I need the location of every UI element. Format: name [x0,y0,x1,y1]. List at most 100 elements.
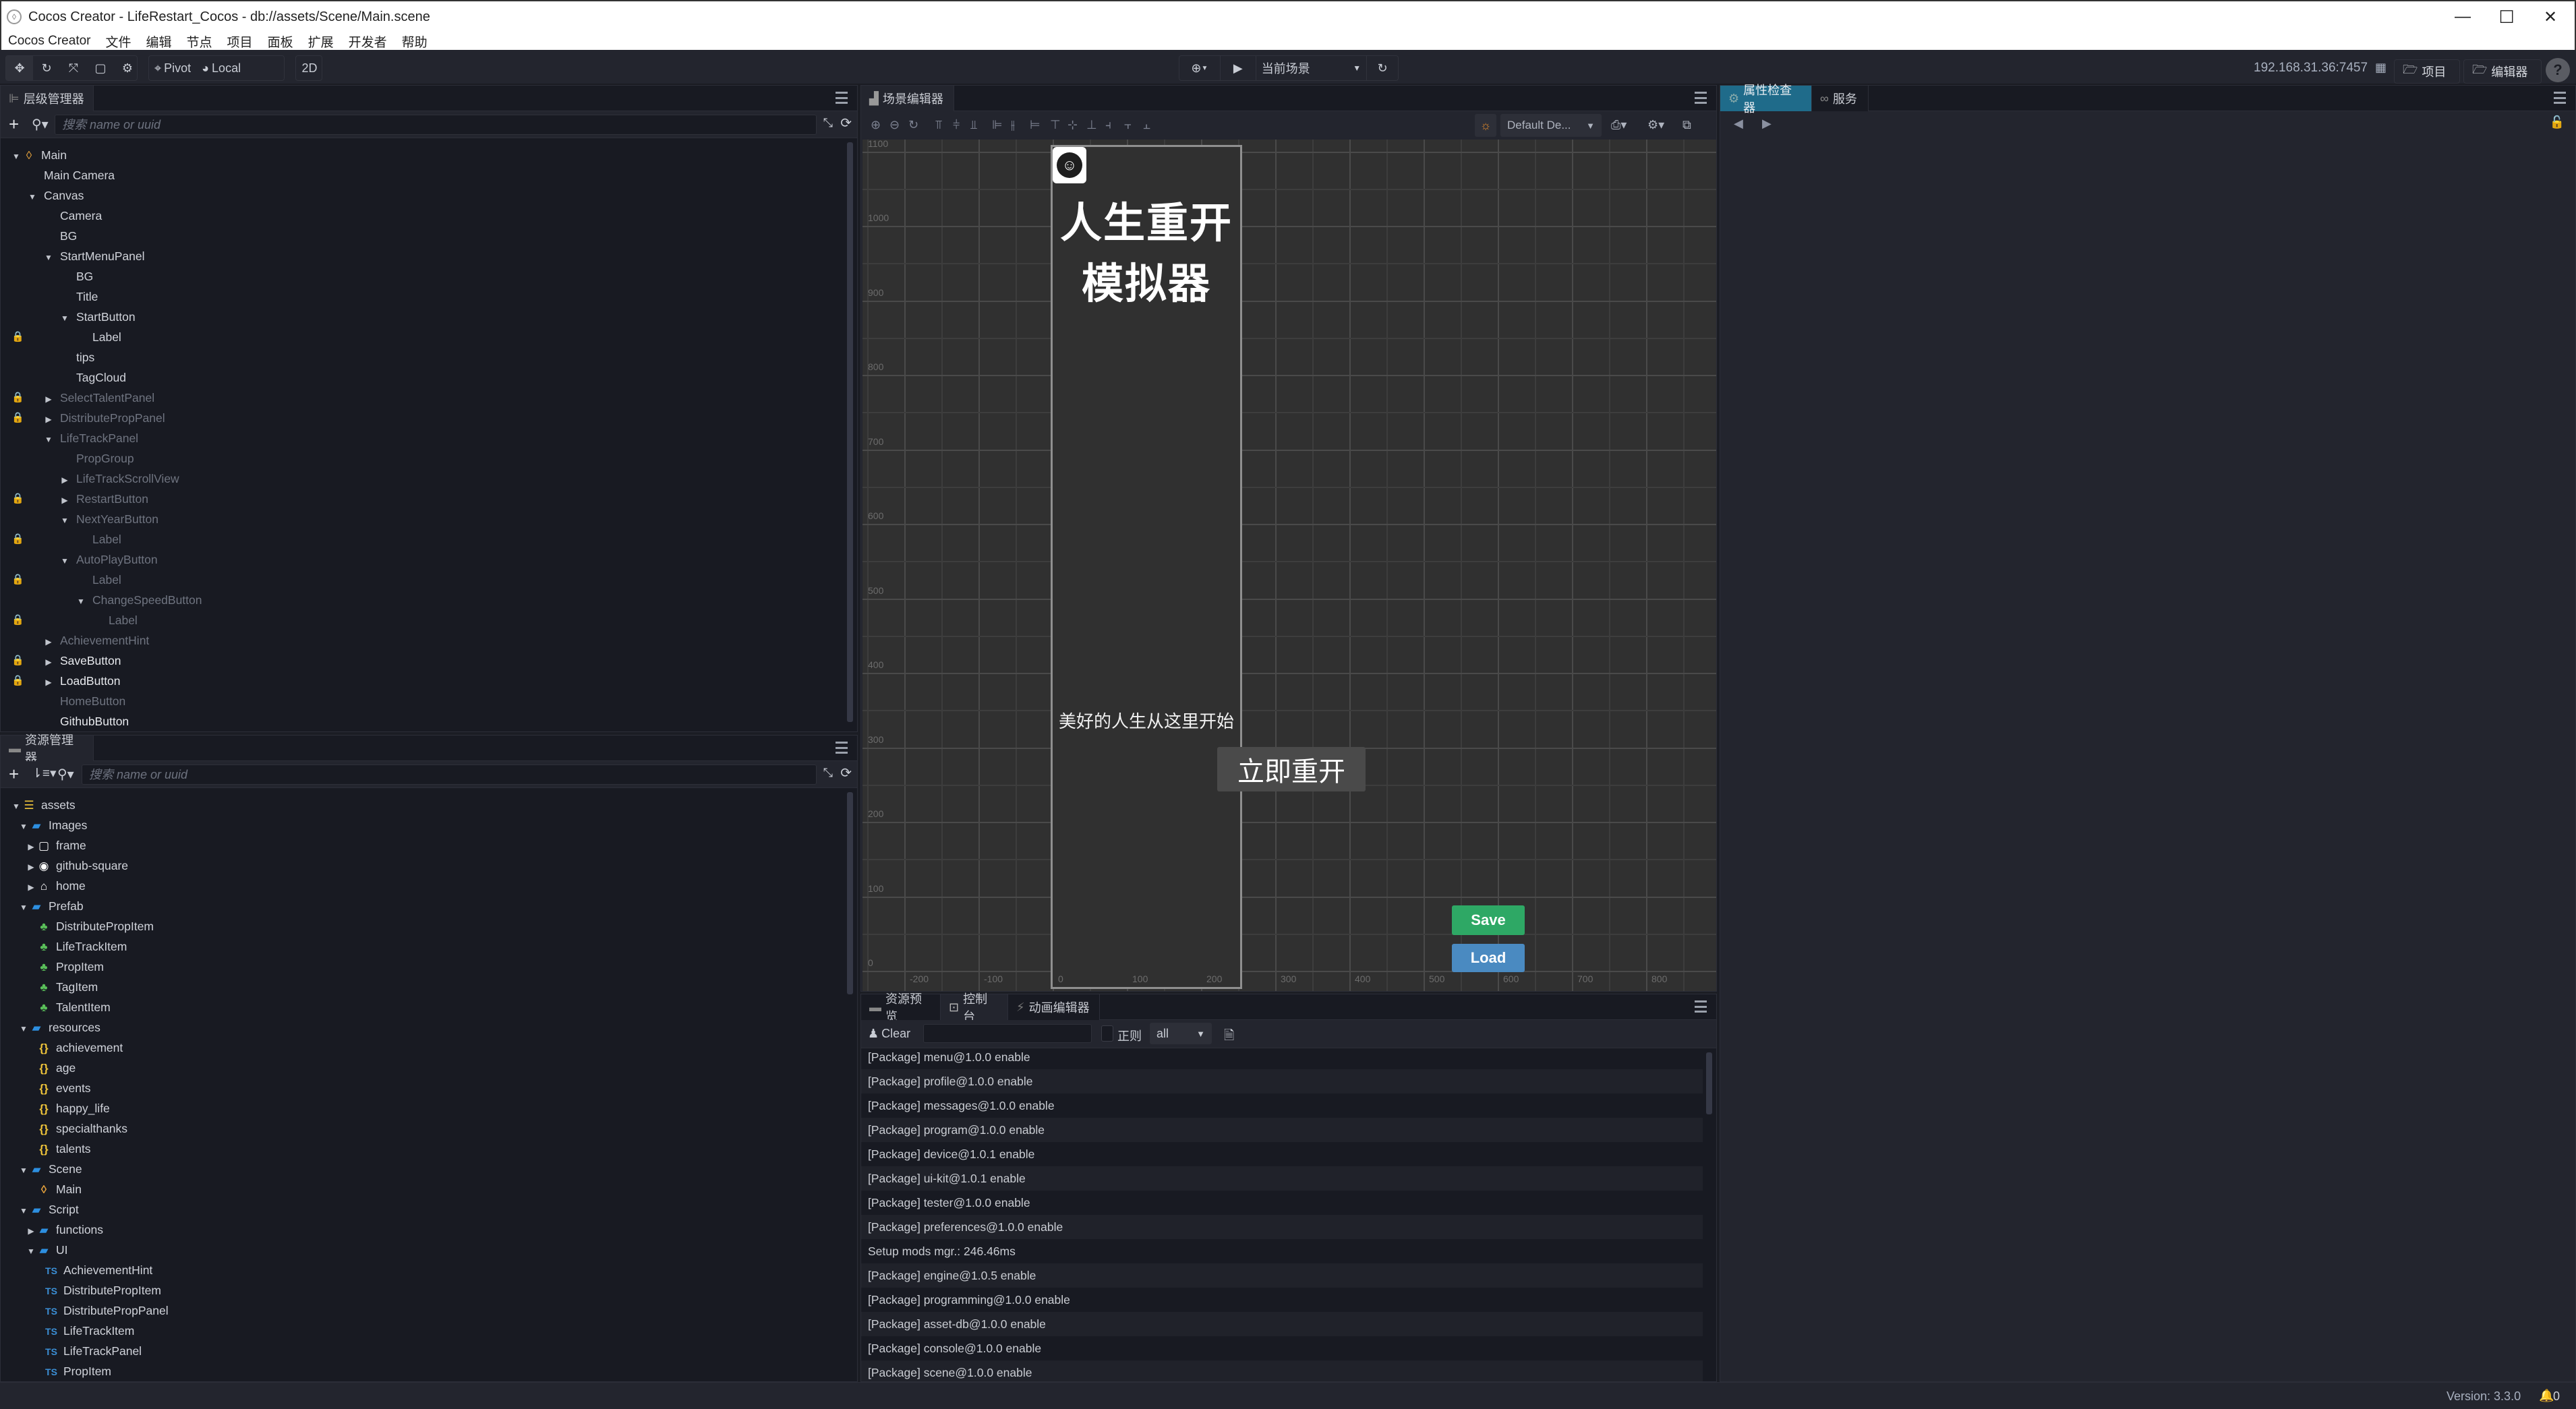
asset-item[interactable]: ▼ ☰ assets [11,795,76,815]
align-bottom-icon[interactable]: ⫫ [970,118,977,132]
open-log-file-icon[interactable]: 🗎 [1224,1026,1234,1048]
log-level-select[interactable]: all ▼ [1150,1023,1212,1044]
caret-right-icon[interactable]: ▶ [26,857,36,877]
menu-developer[interactable]: 开发者 [349,32,387,51]
zoom-out-icon[interactable]: ⊖ [889,118,900,132]
scene-viewport[interactable]: ☺ 人生重开模拟器 美好的人生从这里开始 立即重开 Save Load 1100… [862,140,1716,991]
panel-menu-icon[interactable] [836,742,848,754]
log-entry[interactable]: Setup mods mgr.: 246.46ms [861,1239,1703,1263]
hierarchy-node[interactable]: TagCloud [60,367,126,388]
caret-right-icon[interactable]: ▶ [44,389,53,409]
menu-app[interactable]: Cocos Creator [8,34,91,49]
mode-2d-button[interactable]: 2D [296,56,323,80]
caret-down-icon[interactable]: ▼ [60,510,69,531]
caret-right-icon[interactable]: ▶ [44,409,53,429]
log-entry[interactable]: [Package] menu@1.0.0 enable [861,1049,1703,1069]
log-entry[interactable]: [Package] engine@1.0.5 enable [861,1263,1703,1288]
distribute-vcenter-icon[interactable]: ⊹ [1067,118,1078,132]
hierarchy-node[interactable]: ▼ NextYearButton [60,509,158,529]
asset-item[interactable]: {} talents [26,1139,90,1159]
load-button[interactable]: Load [1452,944,1525,972]
asset-item[interactable]: TS DistributePropPanel [34,1300,169,1321]
asset-item[interactable]: ▼ ▰ Script [19,1199,79,1220]
caret-right-icon[interactable]: ▶ [44,632,53,652]
hierarchy-node[interactable]: ▼ StartButton [60,307,136,327]
local-toggle[interactable]: ◕ Local [196,56,246,80]
hierarchy-node[interactable]: PropGroup [60,448,134,469]
search-type-icon[interactable]: ⚲▾ [57,766,74,783]
help-icon[interactable]: ? [2546,58,2570,82]
lock-icon[interactable]: 🔒 [11,671,24,691]
hierarchy-node[interactable]: BG [60,266,93,287]
hierarchy-node[interactable]: tips [60,347,94,367]
log-entry[interactable]: [Package] asset-db@1.0.0 enable [861,1312,1703,1336]
lock-icon[interactable]: 🔒 [11,610,24,630]
caret-right-icon[interactable]: ▶ [26,837,36,857]
menu-panel[interactable]: 面板 [268,32,293,51]
asset-item[interactable]: ▼ ▰ Prefab [19,896,84,916]
collapse-all-icon[interactable]: ⤡ [823,766,833,780]
caret-down-icon[interactable]: ▼ [28,187,37,207]
pivot-toggle[interactable]: ⌖ Pivot [149,56,196,80]
open-editor-button[interactable]: 🗁 编辑器 [2463,59,2542,84]
scene-select[interactable]: 当前场景 ▼ [1256,56,1366,80]
hierarchy-node[interactable]: GithubButton [44,711,129,731]
log-entry[interactable]: [Package] program@1.0.0 enable [861,1118,1703,1142]
lock-icon[interactable]: 🔒 [11,570,24,590]
console-scrollbar[interactable] [1706,1052,1712,1114]
zoom-in-icon[interactable]: ⊕ [871,118,881,132]
menu-extension[interactable]: 扩展 [308,32,334,51]
align-vcenter-icon[interactable]: ⫩ [953,118,960,132]
asset-item[interactable]: TS LifeTrackPanel [34,1341,142,1361]
log-entry[interactable]: [Package] programming@1.0.0 enable [861,1288,1703,1312]
caret-down-icon[interactable]: ▼ [19,816,28,837]
hierarchy-node[interactable]: 🔒 ▶ DistributePropPanel [11,408,165,429]
log-entry[interactable]: [Package] profile@1.0.0 enable [861,1069,1703,1093]
back-arrow-icon[interactable]: ◀ [1734,117,1743,131]
scale-tool-icon[interactable]: ⤧ [60,56,87,80]
lock-icon[interactable]: 🔒 [11,529,24,549]
asset-item[interactable]: ▶ ◉ github-square [26,856,128,876]
hierarchy-node[interactable]: HomeButton [44,691,125,711]
hierarchy-node[interactable]: BG [44,226,77,246]
asset-item[interactable]: {} events [26,1078,90,1098]
menu-help[interactable]: 帮助 [402,32,428,51]
tab-animation-editor[interactable]: ⚡ 动画编辑器 [1008,994,1100,1020]
refresh-button[interactable]: ↻ [1367,56,1398,80]
log-entry[interactable]: [Package] console@1.0.0 enable [861,1336,1703,1360]
tab-inspector[interactable]: ⚙ 属性检查器 [1720,84,1812,115]
log-entry[interactable]: [Package] ui-kit@1.0.1 enable [861,1166,1703,1191]
lock-icon[interactable]: 🔒 [11,489,24,509]
hierarchy-node[interactable]: 🔒 ▶ RestartButton [11,489,148,509]
sort-icon[interactable]: ⇂≡▾ [32,766,57,781]
hierarchy-node[interactable]: ▼ ChangeSpeedButton [76,590,202,610]
caret-right-icon[interactable]: ▶ [60,470,69,490]
panel-menu-icon[interactable] [2554,92,2566,104]
align-top-icon[interactable]: ⫪ [935,118,942,132]
log-entry[interactable]: [Package] device@1.0.1 enable [861,1142,1703,1166]
asset-item[interactable]: ♣ LifeTrackItem [26,936,127,957]
caret-down-icon[interactable]: ▼ [19,897,28,918]
log-entry[interactable]: [Package] preferences@1.0.0 enable [861,1215,1703,1239]
panel-menu-icon[interactable] [1695,92,1707,104]
lock-icon[interactable]: 🔒 [11,408,24,428]
lighting-toggle-icon[interactable]: ☼ [1475,114,1496,137]
caret-down-icon[interactable]: ▼ [19,1160,28,1180]
hierarchy-node[interactable]: ▼ LifeTrackPanel [44,428,138,448]
hierarchy-node[interactable]: ▼ AutoPlayButton [60,549,158,570]
add-node-button[interactable]: + [9,114,19,135]
hierarchy-node[interactable]: ▼ StartMenuPanel [44,246,144,266]
asset-item[interactable]: ♣ TagItem [26,977,98,997]
asset-item[interactable]: TS AchievementHint [34,1260,152,1280]
menu-file[interactable]: 文件 [106,32,131,51]
asset-item[interactable]: ♣ DistributePropItem [26,916,154,936]
regex-checkbox[interactable] [1101,1025,1113,1042]
github-button[interactable]: ☺ [1053,147,1086,183]
scene-editor-tab[interactable]: ▟ 场景编辑器 [861,86,954,111]
log-entry[interactable]: [Package] messages@1.0.0 enable [861,1093,1703,1118]
clear-button[interactable]: ♟ Clear [868,1027,910,1041]
caret-down-icon[interactable]: ▼ [11,146,21,167]
lock-icon[interactable]: 🔒 [11,388,24,408]
caret-right-icon[interactable]: ▶ [26,1221,36,1241]
hierarchy-search-input[interactable]: 搜索 name or uuid [55,115,817,135]
